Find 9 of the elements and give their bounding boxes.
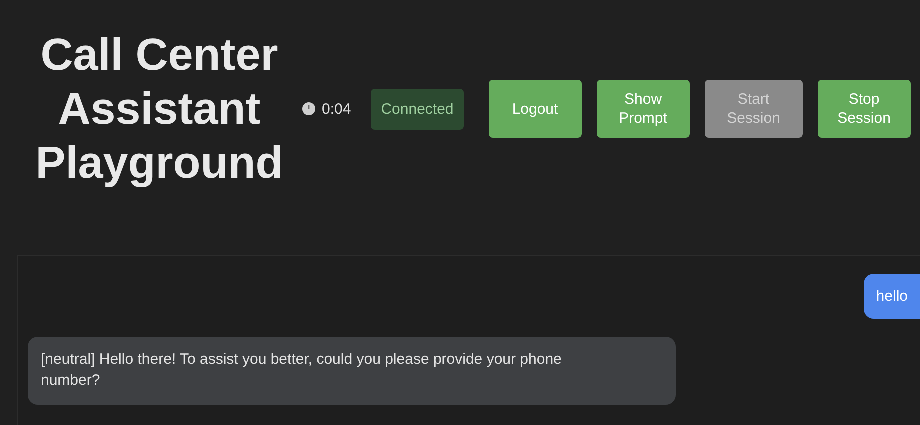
action-button[interactable]: Logout [488,80,582,138]
action-button[interactable]: Show Prompt [596,80,690,138]
clock-icon [302,102,316,116]
assistant-message: [neutral] Hello there! To assist you better, could you please provide your phone number? [28,337,676,405]
page-title: Call Center Assistant Playground [34,28,284,190]
action-button[interactable]: Stop Session [818,80,911,138]
elapsed-time: 0:04 [322,100,352,118]
user-message: hello [864,274,920,319]
connection-status: Connected [371,88,464,130]
